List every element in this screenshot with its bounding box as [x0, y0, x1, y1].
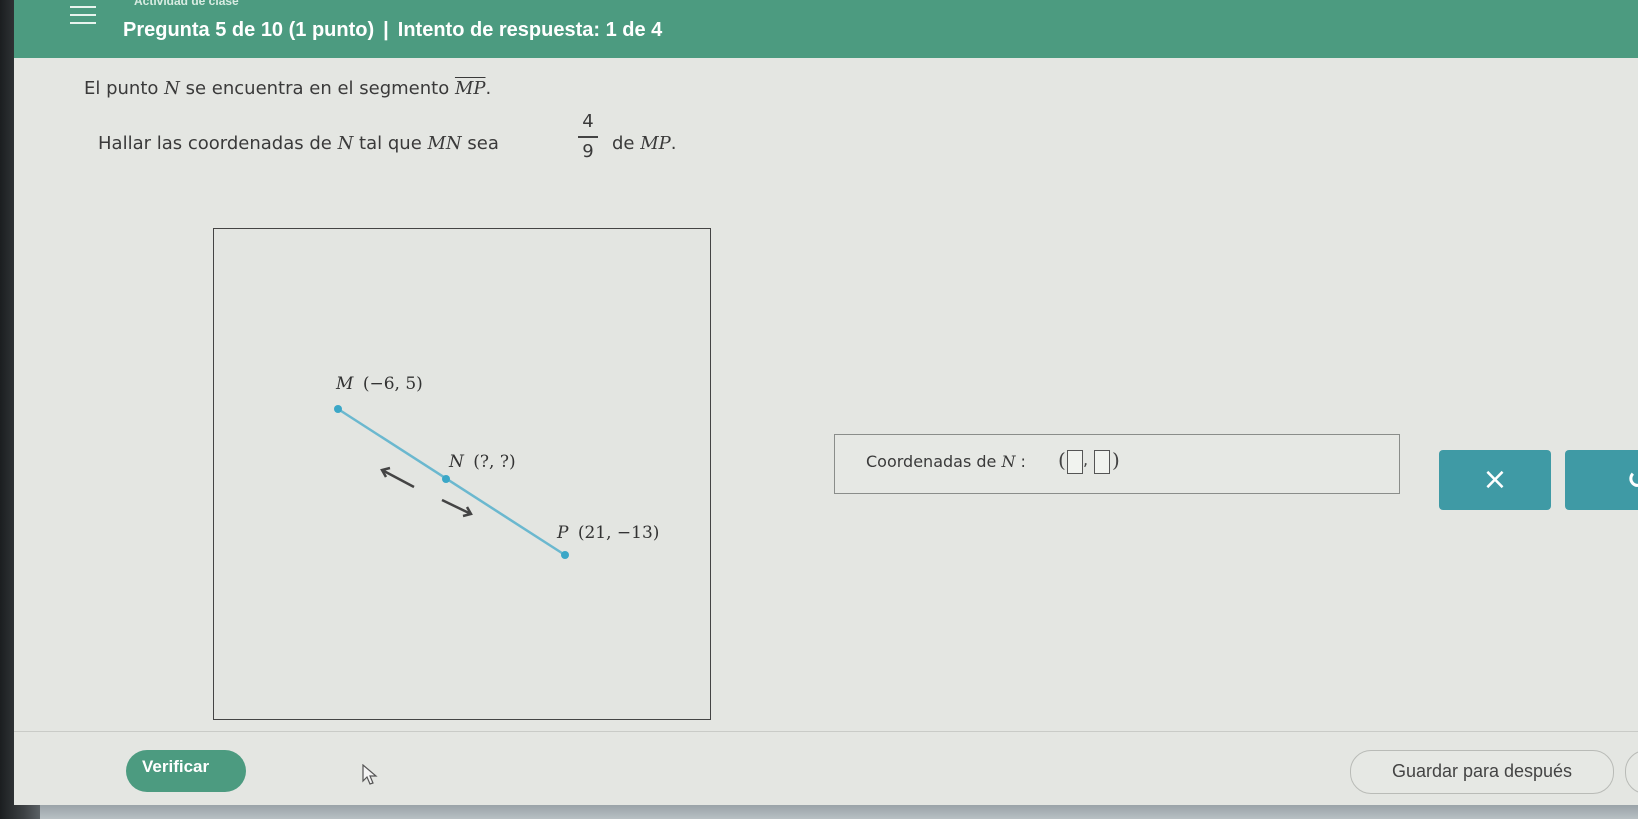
label-n: N	[448, 452, 465, 472]
coords-n: (?, ?)	[473, 452, 515, 472]
segment-diagram: M (−6, 5) N (?, ?) P (21, −13)	[334, 374, 659, 559]
fraction-denominator: 9	[582, 141, 594, 162]
open-paren: (	[1058, 448, 1066, 472]
segment-line	[337, 407, 566, 557]
fraction-bar	[578, 136, 598, 138]
next-button[interactable]	[1625, 750, 1638, 794]
q2-period: .	[670, 133, 677, 154]
x-coordinate-input[interactable]	[1067, 450, 1083, 474]
q2-text-a: Hallar las coordenadas de	[98, 133, 338, 154]
question-line-2: Hallar las coordenadas de N tal que MN s…	[98, 133, 499, 154]
svg-text:N (?, ?): N (?, ?)	[448, 452, 516, 472]
fraction: 4 9	[578, 110, 598, 164]
var-n: N	[164, 78, 180, 99]
undo-button[interactable]: ↺	[1565, 450, 1638, 510]
question-info: Pregunta 5 de 10 (1 punto)	[123, 19, 375, 41]
q1-text-b: se encuentra en el segmento	[179, 78, 455, 99]
screen: Actividad de clase Pregunta 5 de 10 (1 p…	[14, 0, 1638, 805]
arrow-up-left-icon	[380, 466, 415, 489]
q1-text-a: El punto	[84, 78, 165, 99]
answer-var-n: N	[1001, 452, 1016, 471]
question-line-1: El punto N se encuentra en el segmento M…	[84, 78, 491, 99]
footer-divider	[14, 731, 1638, 732]
label-p: P	[556, 523, 569, 543]
coords-m: (−6, 5)	[363, 374, 423, 394]
question-header: Actividad de clase Pregunta 5 de 10 (1 p…	[14, 0, 1638, 58]
q1-period: .	[485, 78, 492, 99]
answer-colon: :	[1015, 452, 1026, 471]
svg-text:M (−6, 5): M (−6, 5)	[335, 374, 423, 394]
y-coordinate-input[interactable]	[1094, 450, 1110, 474]
coords-p: (21, −13)	[578, 523, 660, 543]
segment-mn: MN	[427, 133, 462, 154]
question-status: Pregunta 5 de 10 (1 punto) | Intento de re…	[123, 19, 662, 42]
segment-mp: MP	[454, 78, 486, 99]
taskbar-strip	[40, 805, 1638, 819]
fraction-numerator: 4	[582, 111, 594, 132]
menu-icon[interactable]	[70, 6, 96, 28]
comma: ,	[1083, 450, 1089, 469]
close-icon: ×	[1482, 462, 1508, 497]
answer-label: Coordenadas de N :	[866, 452, 1026, 471]
point-n[interactable]	[442, 475, 450, 483]
save-for-later-button[interactable]: Guardar para después	[1350, 750, 1614, 794]
question-line-2-end: de MP.	[612, 133, 677, 154]
app-title: Actividad de clase	[134, 0, 239, 8]
q2-sea: sea	[461, 133, 499, 154]
q2-text-b: tal que	[353, 133, 428, 154]
graph-panel: M (−6, 5) N (?, ?) P (21, −13)	[213, 228, 711, 720]
svg-text:P (21, −13): P (21, −13)	[556, 523, 659, 543]
q2-de: de	[612, 133, 641, 154]
point-p	[561, 551, 569, 559]
close-paren: )	[1112, 448, 1120, 472]
point-m	[334, 405, 342, 413]
mouse-cursor-icon	[362, 764, 378, 785]
attempt-info: Intento de respuesta: 1 de 4	[397, 19, 663, 41]
arrow-down-right-icon	[441, 498, 473, 518]
answer-label-text: Coordenadas de	[866, 452, 1002, 471]
segment-mp-2: MP	[640, 133, 671, 154]
header-separator: |	[383, 19, 389, 41]
label-m: M	[335, 374, 354, 394]
verify-button[interactable]: Verificar	[126, 750, 246, 792]
undo-icon: ↺	[1627, 465, 1638, 495]
var-n-2: N	[337, 133, 354, 154]
clear-button[interactable]: ×	[1439, 450, 1551, 510]
